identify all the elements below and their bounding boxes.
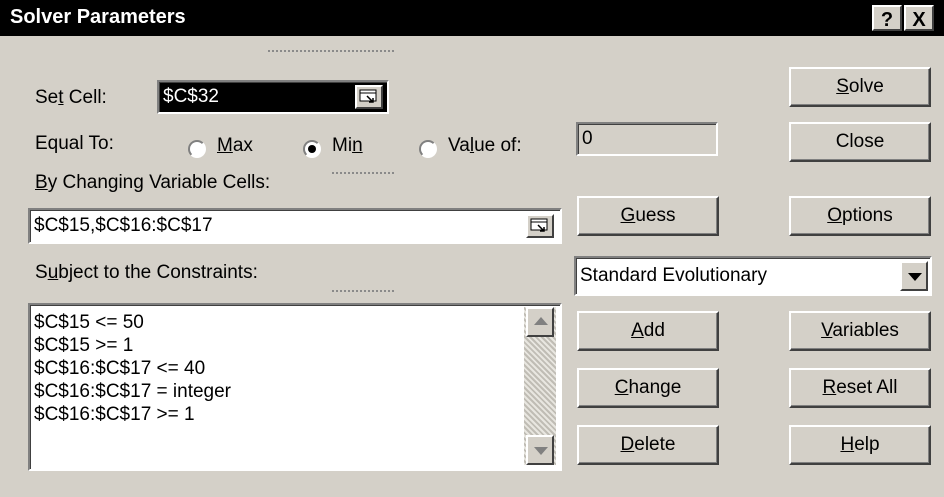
- scroll-up-icon: [534, 317, 548, 325]
- reset-all-button[interactable]: Reset All: [789, 368, 931, 408]
- constraint-item[interactable]: $C$16:$C$17 = integer: [34, 381, 231, 403]
- radio-min-label[interactable]: Min: [332, 135, 363, 157]
- constraints-list[interactable]: $C$15 <= 50 $C$15 >= 1 $C$16:$C$17 <= 40…: [28, 303, 562, 471]
- solving-method-select[interactable]: Standard Evolutionary: [574, 256, 932, 296]
- scroll-up-button[interactable]: [526, 307, 554, 337]
- close-window-button[interactable]: X: [904, 5, 934, 31]
- radio-max[interactable]: [188, 140, 206, 158]
- collapse-dialog-icon: [530, 218, 548, 232]
- change-button[interactable]: Change: [577, 368, 719, 408]
- solver-parameters-dialog: Solver Parameters ? X Set Cell: $C$32 Eq…: [0, 0, 944, 497]
- value-of-value: 0: [582, 128, 593, 149]
- options-button[interactable]: Options: [789, 196, 931, 236]
- constraints-label: Subject to the Constraints:: [35, 262, 258, 283]
- chevron-down-icon: [908, 273, 922, 281]
- changing-cells-value: $C$15,$C$16:$C$17: [34, 215, 213, 236]
- grip-dots: [268, 50, 394, 52]
- grip-dots: [332, 290, 394, 292]
- constraint-item[interactable]: $C$15 >= 1: [34, 335, 133, 357]
- changing-cells-input[interactable]: $C$15,$C$16:$C$17: [28, 208, 562, 244]
- constraint-item[interactable]: $C$16:$C$17 >= 1: [34, 404, 195, 426]
- collapse-dialog-icon: [359, 89, 377, 103]
- equal-to-label: Equal To:: [35, 133, 114, 154]
- delete-button[interactable]: Delete: [577, 425, 719, 465]
- constraint-item[interactable]: $C$15 <= 50: [34, 312, 144, 334]
- radio-value-of[interactable]: [419, 140, 437, 158]
- scroll-down-button[interactable]: [526, 435, 554, 465]
- solve-button[interactable]: Solve: [789, 67, 931, 107]
- constraint-item[interactable]: $C$16:$C$17 <= 40: [34, 358, 205, 380]
- set-cell-value: $C$32: [163, 86, 219, 107]
- solving-method-value: Standard Evolutionary: [580, 265, 767, 286]
- set-cell-label: Set Cell:: [35, 87, 107, 108]
- grip-dots: [332, 172, 394, 174]
- guess-button[interactable]: Guess: [577, 196, 719, 236]
- scroll-down-icon: [534, 447, 548, 455]
- set-cell-input[interactable]: $C$32: [157, 80, 389, 114]
- radio-min[interactable]: [303, 140, 321, 158]
- radio-value-of-label[interactable]: Value of:: [448, 135, 522, 157]
- changing-cells-label: By Changing Variable Cells:: [35, 172, 271, 193]
- changing-cells-collapse-button[interactable]: [526, 214, 554, 238]
- title-bar: Solver Parameters ? X: [0, 0, 944, 36]
- help-button[interactable]: Help: [789, 425, 931, 465]
- variables-button[interactable]: Variables: [789, 311, 931, 351]
- value-of-input[interactable]: 0: [576, 122, 718, 156]
- window-title: Solver Parameters: [10, 6, 186, 28]
- close-button[interactable]: Close: [789, 122, 931, 162]
- dropdown-button[interactable]: [900, 261, 928, 291]
- help-question-button[interactable]: ?: [872, 5, 902, 31]
- add-button[interactable]: Add: [577, 311, 719, 351]
- set-cell-collapse-button[interactable]: [355, 85, 383, 109]
- radio-selected-dot: [308, 145, 316, 153]
- radio-max-label[interactable]: Max: [217, 135, 253, 157]
